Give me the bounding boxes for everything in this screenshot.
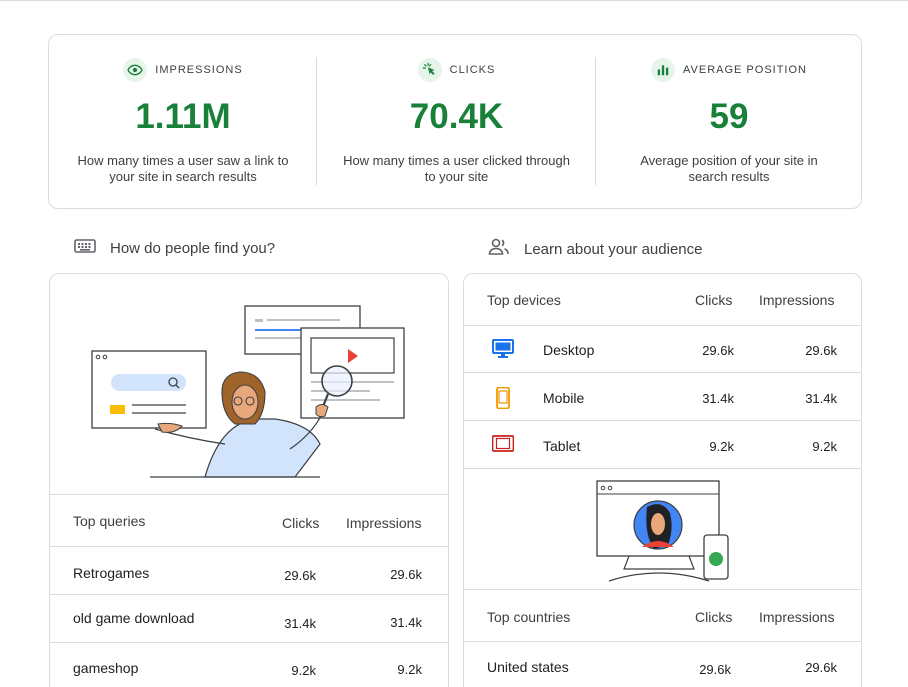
average-position-description: Average position of your site in search … (640, 153, 818, 184)
tablet-icon (491, 435, 515, 455)
table-row[interactable]: old game download 31.4k 31.4k (50, 595, 448, 643)
device-clicks: 29.6k (702, 343, 734, 358)
query-impressions: 9.2k (397, 662, 422, 677)
queries-header-clicks: Clicks (282, 515, 320, 531)
clicks-description: How many times a user clicked through to… (343, 153, 570, 184)
impressions-label: IMPRESSIONS (155, 64, 243, 76)
device-name: Mobile (543, 390, 585, 406)
audience-title: Learn about your audience (524, 240, 703, 258)
impressions-value: 1.11M (135, 97, 231, 136)
average-position-stat: AVERAGE POSITION 59 Average position of … (596, 35, 862, 208)
country-name: United states (487, 659, 569, 675)
country-impressions: 29.6k (805, 660, 837, 675)
queries-header-impressions: Impressions (346, 515, 422, 531)
device-name: Tablet (543, 438, 581, 454)
desktop-icon (492, 339, 514, 359)
devices-table-header: Top devices Clicks Impressions (464, 274, 861, 326)
countries-header-clicks: Clicks (695, 609, 733, 625)
find-you-title: How do people find you? (110, 239, 276, 257)
audience-illustration (464, 469, 861, 590)
average-position-label: AVERAGE POSITION (683, 64, 807, 76)
queries-table-header: Top queries Clicks Impressions (50, 495, 448, 547)
country-clicks: 29.6k (699, 662, 731, 677)
clicks-label: CLICKS (449, 64, 496, 76)
device-impressions: 9.2k (812, 439, 837, 454)
table-row[interactable]: Desktop 29.6k 29.6k (464, 325, 861, 373)
table-row[interactable]: gameshop 9.2k 9.2k (50, 643, 448, 687)
query-clicks: 29.6k (284, 568, 316, 583)
table-row[interactable]: United states 29.6k 29.6k (464, 642, 861, 687)
search-queries-panel: Top queries Clicks Impressions Retrogame… (49, 273, 449, 687)
query-name: Retrogames (73, 565, 150, 581)
countries-header-impressions: Impressions (759, 609, 835, 625)
mobile-icon (492, 386, 514, 410)
query-clicks: 9.2k (291, 663, 316, 678)
impressions-description: How many times a user saw a link to your… (77, 153, 289, 184)
average-position-value: 59 (709, 97, 749, 136)
device-impressions: 29.6k (805, 343, 837, 358)
query-impressions: 31.4k (390, 615, 422, 630)
device-clicks: 9.2k (709, 439, 734, 454)
countries-header-name: Top countries (487, 609, 571, 625)
people-icon (488, 238, 510, 260)
clicks-value: 70.4K (409, 97, 504, 136)
query-clicks: 31.4k (284, 616, 316, 631)
find-you-heading: How do people find you? (74, 238, 275, 258)
stats-summary-card: IMPRESSIONS 1.11M How many times a user … (48, 34, 862, 209)
device-clicks: 31.4k (702, 391, 734, 406)
table-row[interactable]: Tablet 9.2k 9.2k (464, 421, 861, 469)
cursor-click-icon (417, 58, 442, 82)
clicks-stat: CLICKS 70.4K How many times a user click… (317, 35, 596, 208)
device-name: Desktop (543, 342, 595, 358)
countries-table-header: Top countries Clicks Impressions (464, 590, 861, 642)
audience-panel: Top devices Clicks Impressions Desktop 2… (463, 273, 862, 687)
average-position-stat-header: AVERAGE POSITION (596, 58, 862, 82)
impressions-stat: IMPRESSIONS 1.11M How many times a user … (49, 35, 317, 208)
queries-header-name: Top queries (73, 513, 146, 529)
search-illustration (50, 274, 448, 495)
devices-header-impressions: Impressions (759, 292, 835, 308)
clicks-stat-header: CLICKS (317, 58, 596, 82)
devices-header-clicks: Clicks (695, 292, 733, 308)
audience-heading: Learn about your audience (488, 238, 702, 260)
table-row[interactable]: Retrogames 29.6k 29.6k (50, 547, 448, 595)
keyboard-icon (74, 238, 96, 258)
query-name: old game download (73, 610, 195, 626)
query-name: gameshop (73, 660, 139, 676)
top-divider (0, 0, 908, 1)
query-impressions: 29.6k (390, 567, 422, 582)
bar-chart-icon (651, 58, 675, 82)
eye-icon (123, 58, 148, 82)
devices-header-name: Top devices (487, 292, 561, 308)
impressions-stat-header: IMPRESSIONS (49, 58, 317, 82)
table-row[interactable]: Mobile 31.4k 31.4k (464, 373, 861, 421)
device-impressions: 31.4k (805, 391, 837, 406)
